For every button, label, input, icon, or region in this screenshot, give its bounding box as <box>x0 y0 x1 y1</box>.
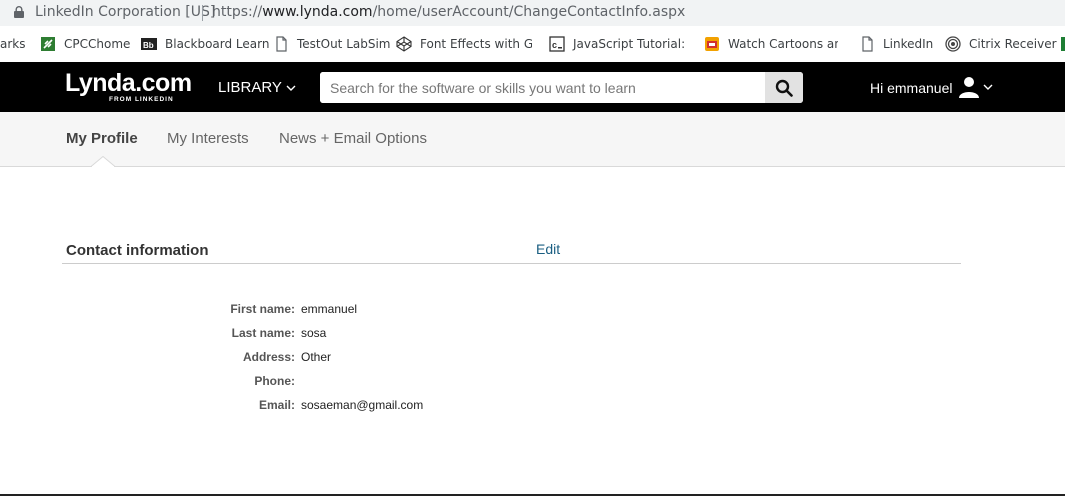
page-icon <box>276 36 287 52</box>
bookmark-item[interactable]: c JavaScript Tutorial: Le <box>549 35 687 53</box>
user-icon <box>959 77 979 98</box>
blackboard-icon: Bb <box>141 38 157 50</box>
tab-my-interests[interactable]: My Interests <box>167 130 249 147</box>
chevron-down-icon <box>983 84 993 90</box>
tab-news-email-options[interactable]: News + Email Options <box>279 130 427 147</box>
url-path: /home/userAccount/ChangeContactInfo.aspx <box>372 4 686 20</box>
library-label: LIBRARY <box>218 79 282 96</box>
bookmark-label: JavaScript Tutorial: Le <box>573 37 687 51</box>
tab-my-profile[interactable]: My Profile <box>66 130 138 147</box>
bookmark-item[interactable]: Citrix Receiver <box>945 35 1057 53</box>
field-phone: Phone: <box>150 374 550 392</box>
field-first-name: First name: emmanuel <box>150 302 550 320</box>
url-scheme: https:// <box>212 4 263 20</box>
address-separator <box>202 5 203 21</box>
section-title: Contact information <box>66 242 209 259</box>
bookmark-item[interactable]: Watch Cartoons and <box>704 35 838 53</box>
field-value: sosa <box>301 326 327 340</box>
bookmark-label: Citrix Receiver <box>969 37 1057 51</box>
bookmark-label: Watch Cartoons and <box>728 37 838 51</box>
field-address: Address: Other <box>150 350 550 368</box>
url-text[interactable]: https://www.lynda.com/home/userAccount/C… <box>212 4 685 20</box>
logo-text: Lynda.com <box>65 69 192 97</box>
bookmark-label: Font Effects with Goo <box>420 37 532 51</box>
field-label: Address: <box>242 350 295 364</box>
user-greeting[interactable]: Hi emmanuel <box>870 80 952 96</box>
sheet-icon <box>1061 37 1065 51</box>
bookmark-label: TestOut LabSim <box>297 37 391 51</box>
bookmark-label: LinkedIn <box>883 37 934 51</box>
bookmark-label: Blackboard Learn <box>165 37 270 51</box>
svg-text:Bb: Bb <box>143 41 154 50</box>
search-box <box>320 72 803 103</box>
chevron-down-icon <box>286 85 296 91</box>
site-header: Lynda.com FROM LINKEDIN LIBRARY Hi emman… <box>0 62 1065 112</box>
edit-link[interactable]: Edit <box>536 241 560 257</box>
active-tab-indicator <box>91 156 115 167</box>
logo-subtext: FROM LINKEDIN <box>109 96 174 103</box>
cartoon-icon <box>705 37 719 51</box>
search-icon <box>775 79 793 97</box>
field-value: Other <box>301 350 332 364</box>
link-icon <box>41 37 55 51</box>
url-host: www.lynda.com <box>262 4 373 20</box>
citrix-icon <box>945 36 961 52</box>
bookmark-item[interactable]: Font Effects with Goo <box>396 35 532 53</box>
lock-icon <box>14 6 24 18</box>
bookmark-item[interactable]: CPCChome <box>40 35 130 53</box>
field-label: Phone: <box>254 374 295 388</box>
field-email: Email: sosaeman@gmail.com <box>150 398 550 416</box>
field-value: emmanuel <box>301 302 358 316</box>
bookmark-item[interactable]: arks <box>0 35 26 53</box>
bookmark-label: CPCChome <box>64 37 131 51</box>
field-label: Email: <box>258 398 295 412</box>
search-button[interactable] <box>765 72 803 103</box>
field-label: Last name: <box>231 326 295 340</box>
bookmark-item[interactable]: Bb Blackboard Learn <box>141 35 269 53</box>
site-owner: LinkedIn Corporation [US] <box>35 4 216 20</box>
field-last-name: Last name: sosa <box>150 326 550 344</box>
address-bar[interactable]: LinkedIn Corporation [US] https://www.ly… <box>0 0 1065 26</box>
lynda-logo[interactable]: Lynda.com FROM LINKEDIN <box>65 69 192 103</box>
bookmarks-bar: arks CPCChome Bb Blackboard Learn TestOu… <box>0 26 1065 62</box>
user-menu[interactable] <box>959 76 993 98</box>
section-divider <box>62 263 961 264</box>
search-input[interactable] <box>320 72 764 103</box>
profile-tabs: My Profile My Interests News + Email Opt… <box>0 112 1065 167</box>
js-icon: c <box>549 36 565 52</box>
bookmark-overflow[interactable] <box>1060 35 1065 53</box>
page-icon <box>862 36 873 52</box>
svg-text:c: c <box>552 40 557 50</box>
bookmark-label: arks <box>0 37 26 51</box>
bookmark-item[interactable]: TestOut LabSim <box>273 35 391 53</box>
field-label: First name: <box>230 302 295 316</box>
bookmark-item[interactable]: LinkedIn <box>859 35 933 53</box>
codepen-icon <box>396 36 412 52</box>
library-menu[interactable]: LIBRARY <box>218 79 296 96</box>
field-value: sosaeman@gmail.com <box>301 398 424 412</box>
